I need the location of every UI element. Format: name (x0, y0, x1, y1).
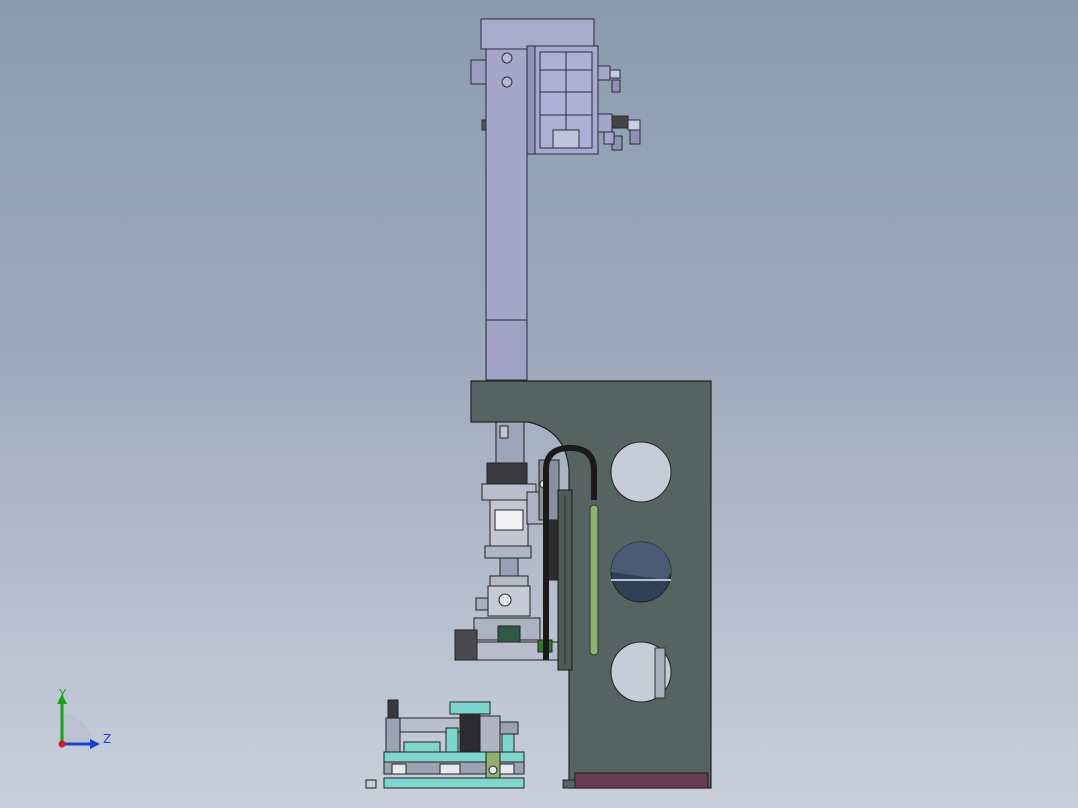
upper-column-assembly[interactable] (470, 18, 641, 381)
frame-lightening-hole-1 (610, 441, 672, 503)
column-bolt-hole-2 (501, 76, 513, 88)
servo-motor-nameplate (552, 129, 580, 149)
frame-base-pad[interactable] (574, 772, 709, 789)
column-top-cap[interactable] (480, 18, 595, 50)
ram-collar[interactable] (486, 462, 528, 486)
z-axis-label: Z (103, 732, 111, 746)
column-bolt-hole-1 (501, 52, 513, 64)
cad-viewport[interactable]: Y Z (0, 0, 1078, 808)
column-side-block[interactable] (470, 59, 487, 85)
fixture-base-plate[interactable] (383, 777, 525, 789)
guide-slider-green[interactable] (589, 504, 599, 656)
view-orientation-triad[interactable]: Y Z (48, 686, 118, 756)
fixture-mid-plate[interactable] (383, 751, 525, 763)
fixture-top-clamp[interactable] (449, 701, 491, 715)
lower-fixture-assembly[interactable] (365, 699, 525, 789)
triad-xy-plane (62, 714, 92, 744)
servo-cable-connectors[interactable] (597, 65, 641, 151)
y-axis-label: Y (58, 687, 67, 701)
triad-origin (58, 740, 66, 748)
column-lower-sleeve[interactable] (485, 319, 528, 381)
press-machine-model[interactable] (0, 0, 1078, 808)
